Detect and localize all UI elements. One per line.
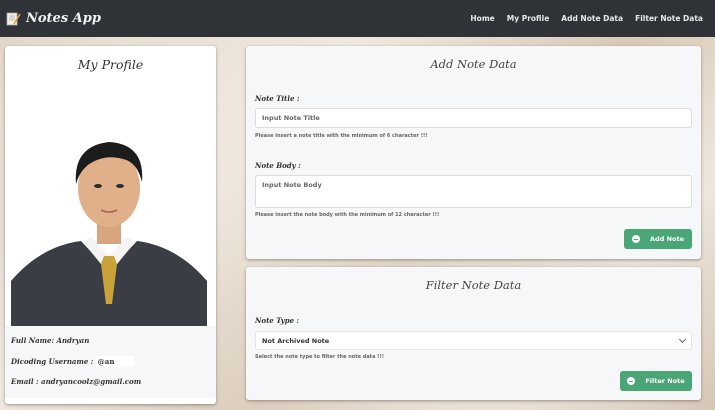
note-type-label: Note Type :: [255, 316, 300, 325]
add-note-card: Add Note Data Note Title : Input Note Ti…: [246, 46, 701, 259]
note-body-help: Please insert the note body with the min…: [255, 212, 440, 218]
nav-my-profile[interactable]: My Profile: [507, 14, 550, 23]
filter-note-card: Filter Note Data Note Type : Not Archive…: [246, 267, 701, 400]
nav-filter-note-data[interactable]: Filter Note Data: [635, 14, 703, 23]
add-note-title: Add Note Data: [430, 57, 517, 71]
note-body-label: Note Body :: [255, 161, 301, 170]
nav-home[interactable]: Home: [470, 14, 494, 23]
note-title-input[interactable]: Input Note Title: [255, 108, 692, 128]
profile-title: My Profile: [77, 57, 144, 72]
add-icon: [631, 235, 640, 243]
chevron-down-icon: [678, 335, 687, 344]
profile-info: Full Name: Andryan Dicoding Username : @…: [5, 326, 216, 398]
brand-name: Notes App: [26, 11, 101, 26]
note-type-help: Select the note type to filter the note …: [255, 354, 385, 360]
filter-note-button-label: Filter Note: [645, 377, 685, 385]
full-name: Full Name: Andryan: [11, 336, 90, 345]
brand[interactable]: Notes App: [5, 11, 101, 27]
filter-note-button[interactable]: Filter Note: [620, 371, 692, 391]
username-label: Dicoding Username :: [11, 357, 94, 366]
note-type-selected: Not Archived Note: [262, 336, 330, 345]
username-value: @an: [95, 356, 135, 367]
dicoding-username: Dicoding Username : @an: [11, 356, 135, 367]
profile-card: My Profile Full Name: Andryan Dicoding U…: [5, 46, 216, 404]
add-note-button[interactable]: Add Note: [624, 229, 692, 249]
note-title-help: Please insert a note title with the mini…: [255, 133, 428, 139]
nav-links: Home My Profile Add Note Data Filter Not…: [470, 14, 703, 23]
add-note-button-label: Add Note: [649, 235, 685, 243]
notebook-icon: [6, 12, 21, 25]
filter-icon: [627, 377, 636, 385]
filter-note-title: Filter Note Data: [425, 278, 522, 292]
navbar: Notes App Home My Profile Add Note Data …: [0, 0, 715, 37]
note-body-input[interactable]: Input Note Body: [255, 175, 692, 208]
note-title-label: Note Title :: [255, 94, 300, 103]
note-type-select[interactable]: Not Archived Note: [255, 331, 692, 350]
email: Email : andryancoolz@gmail.com: [11, 377, 142, 386]
profile-photo: [11, 96, 207, 326]
nav-add-note-data[interactable]: Add Note Data: [561, 14, 623, 23]
